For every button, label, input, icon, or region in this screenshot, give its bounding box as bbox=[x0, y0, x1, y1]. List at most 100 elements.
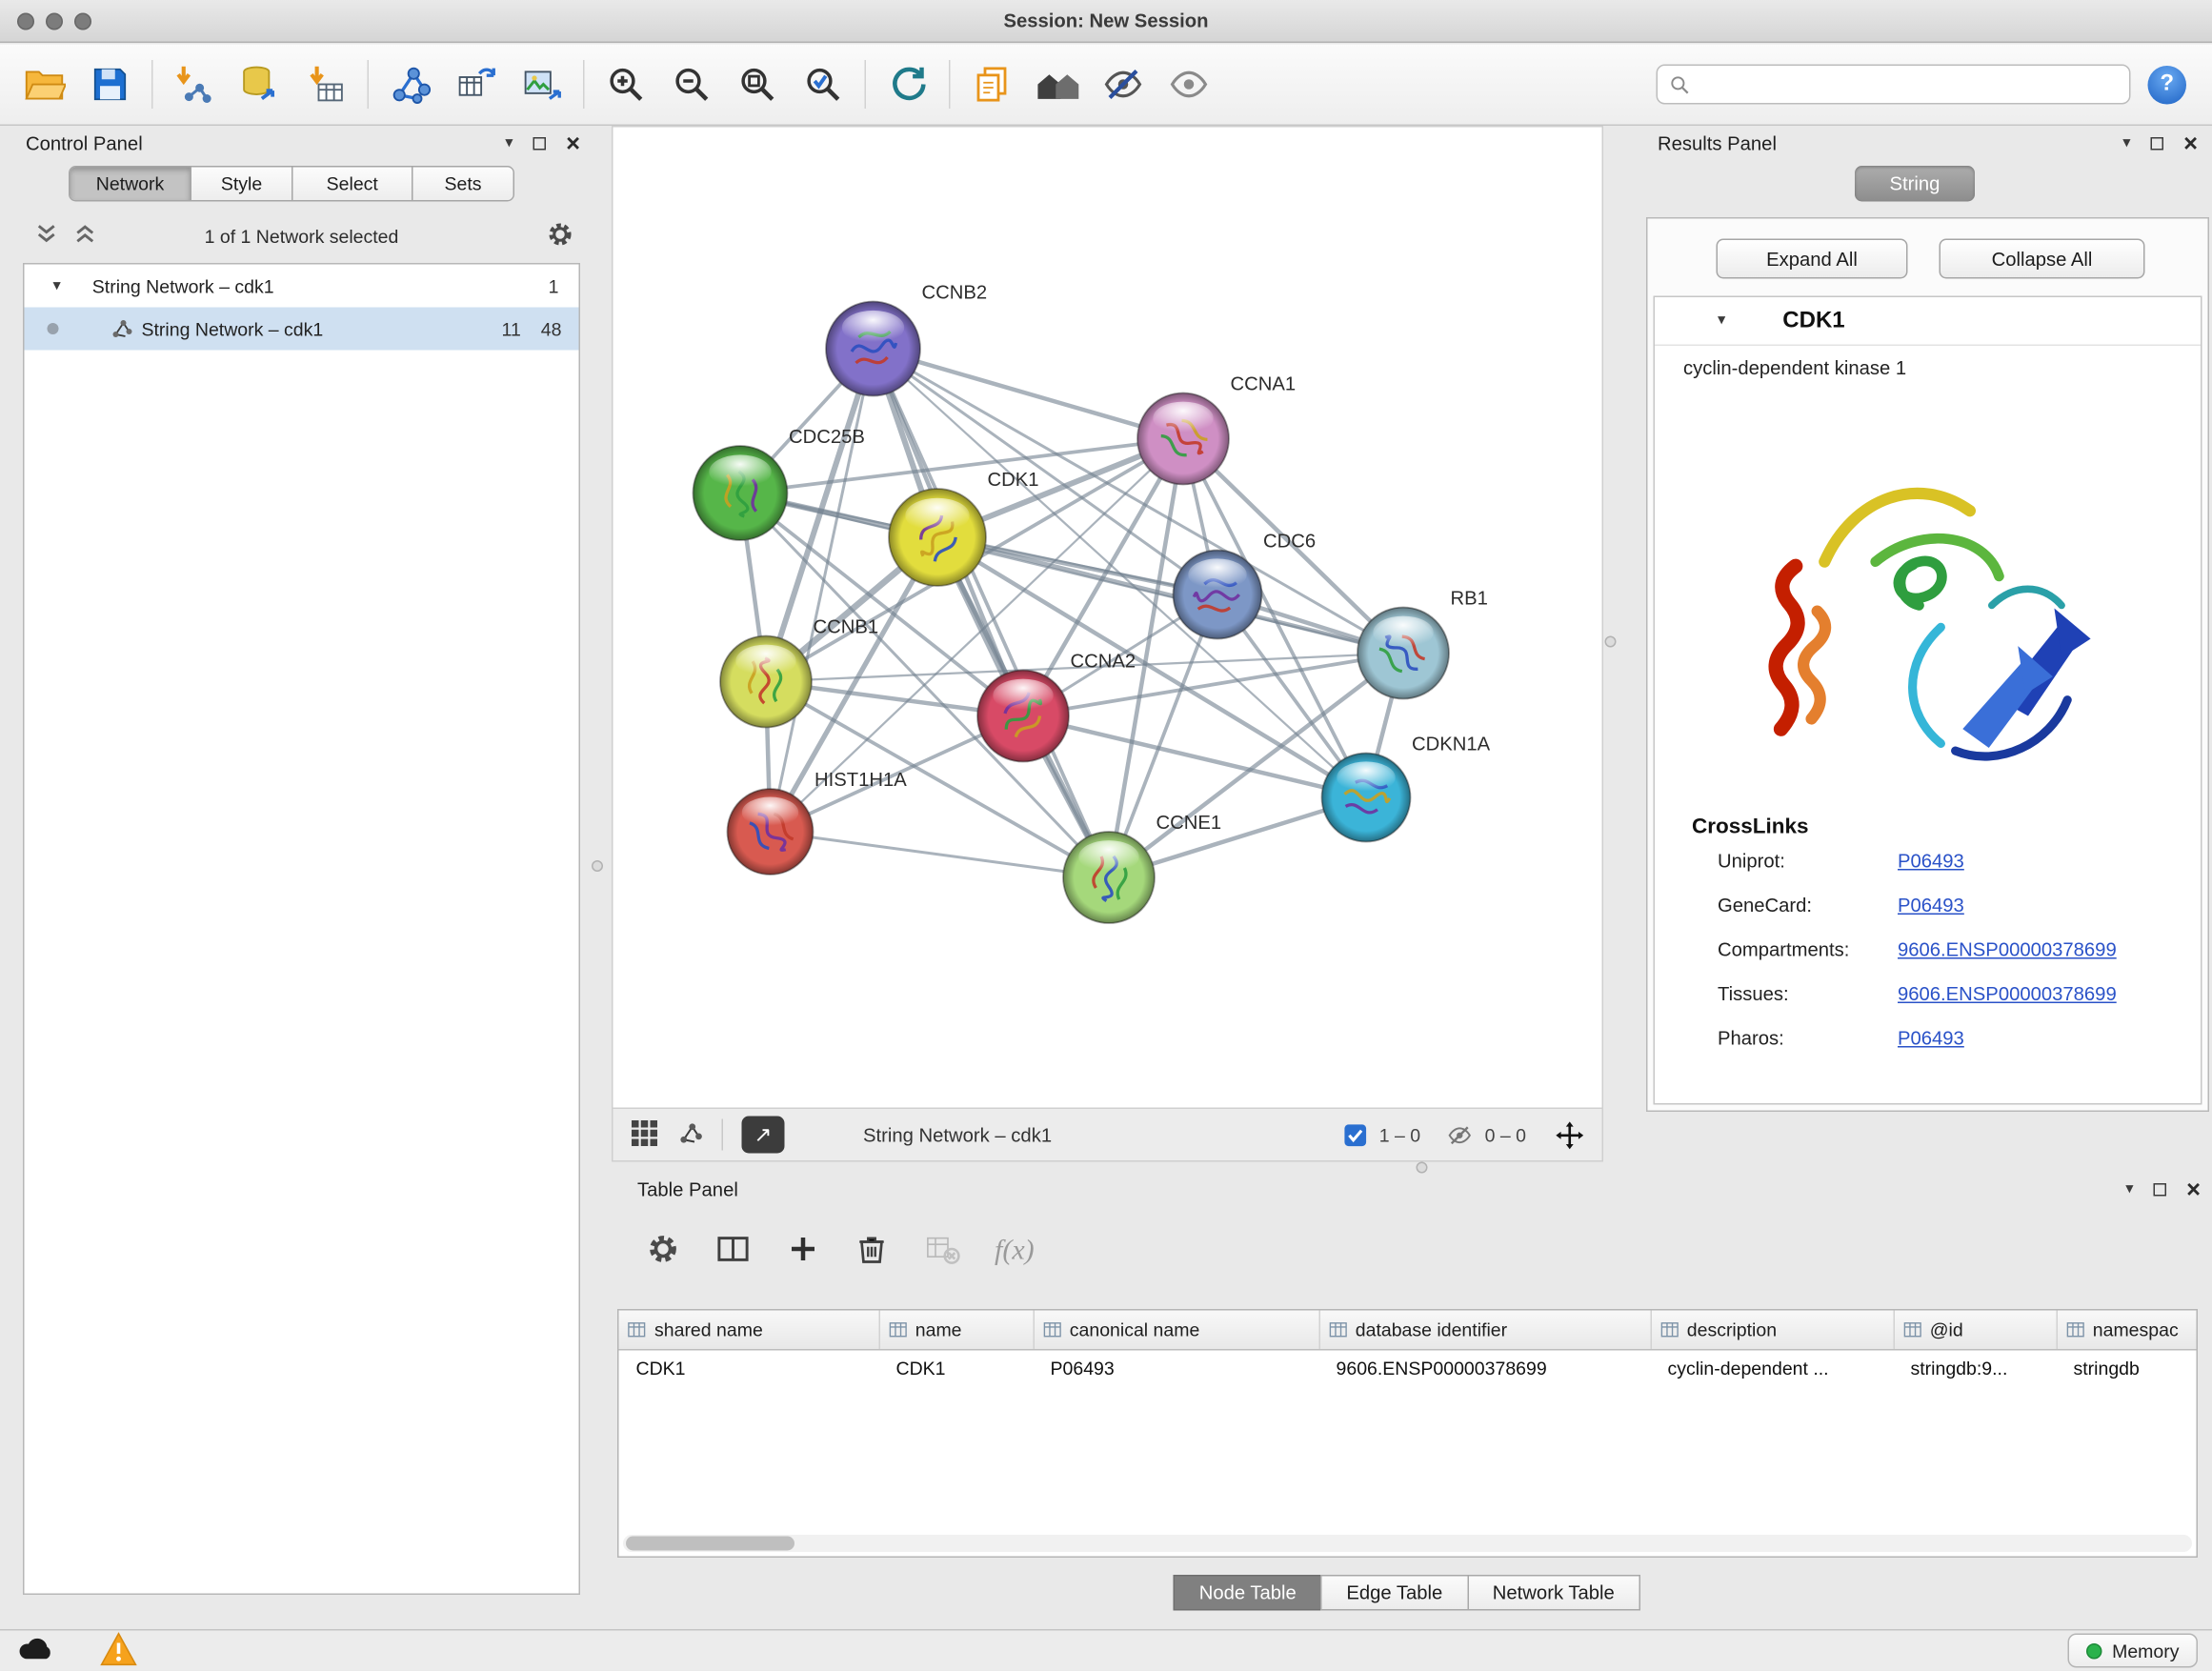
save-session-button[interactable] bbox=[86, 60, 134, 109]
zoom-fit-button[interactable] bbox=[734, 60, 782, 109]
column-header-shared-name[interactable]: shared name bbox=[619, 1311, 879, 1350]
cloud-services-button[interactable] bbox=[14, 1634, 57, 1668]
collapse-all-button[interactable]: Collapse All bbox=[1940, 239, 2145, 279]
import-network-file-button[interactable] bbox=[171, 60, 219, 109]
hide-selected-button[interactable] bbox=[1099, 60, 1148, 109]
clone-network-button[interactable] bbox=[452, 60, 500, 109]
zoom-in-button[interactable] bbox=[602, 60, 651, 109]
tab-select[interactable]: Select bbox=[293, 168, 413, 201]
zoom-fit-icon bbox=[737, 65, 777, 105]
column-header-description[interactable]: description bbox=[1651, 1311, 1894, 1350]
float-panel-icon[interactable] bbox=[533, 136, 547, 150]
copy-document-button[interactable] bbox=[968, 60, 1016, 109]
selected-checkbox-icon[interactable] bbox=[1343, 1122, 1368, 1147]
scrollbar-thumb[interactable] bbox=[626, 1537, 794, 1551]
network-edge[interactable] bbox=[874, 349, 1184, 439]
network-canvas[interactable]: CCNB2CCNA1CDC25BCDK1CDC6RB1CCNB1CCNA2CDK… bbox=[613, 128, 1602, 1110]
collection-expand-icon[interactable]: ▾ bbox=[53, 278, 61, 294]
table-row[interactable]: CDK1 CDK1 P06493 9606.ENSP00000378699 cy… bbox=[619, 1349, 2199, 1388]
cell-id: stringdb:9... bbox=[1894, 1349, 2057, 1388]
close-panel-icon[interactable]: × bbox=[566, 131, 580, 155]
network-node[interactable] bbox=[1322, 754, 1411, 842]
network-row[interactable]: String Network – cdk1 11 48 bbox=[25, 308, 579, 351]
show-columns-button[interactable] bbox=[714, 1230, 752, 1272]
network-node[interactable] bbox=[889, 489, 986, 586]
status-bar: Memory bbox=[0, 1629, 2212, 1671]
warnings-button[interactable] bbox=[100, 1631, 137, 1670]
panel-menu-icon[interactable]: ▾ bbox=[2125, 1181, 2133, 1198]
close-panel-icon[interactable]: × bbox=[2183, 131, 2198, 155]
section-expand-icon[interactable]: ▾ bbox=[1718, 313, 1725, 330]
tab-sets[interactable]: Sets bbox=[413, 168, 513, 201]
show-hidden-button[interactable] bbox=[1165, 60, 1214, 109]
float-panel-icon[interactable] bbox=[2151, 136, 2164, 150]
documents-icon bbox=[972, 65, 1012, 105]
network-options-button[interactable] bbox=[546, 219, 574, 252]
network-edge[interactable] bbox=[874, 349, 1110, 877]
column-header-name[interactable]: name bbox=[879, 1311, 1034, 1350]
network-node[interactable] bbox=[826, 302, 920, 396]
open-session-button[interactable] bbox=[20, 60, 69, 109]
horizontal-scrollbar[interactable] bbox=[623, 1535, 2192, 1552]
network-node[interactable] bbox=[728, 789, 814, 875]
delete-column-button[interactable] bbox=[855, 1231, 889, 1270]
tab-node-table[interactable]: Node Table bbox=[1174, 1575, 1322, 1611]
crosslink-genecard[interactable]: P06493 bbox=[1898, 895, 1964, 916]
network-collection-row[interactable]: ▾ String Network – cdk1 1 bbox=[25, 265, 579, 308]
cell-database-identifier: 9606.ENSP00000378699 bbox=[1319, 1349, 1651, 1388]
network-edge[interactable] bbox=[771, 832, 1110, 877]
network-node[interactable] bbox=[977, 671, 1069, 762]
tab-string[interactable]: String bbox=[1855, 166, 1975, 202]
import-table-button[interactable] bbox=[302, 60, 351, 109]
network-node[interactable] bbox=[1174, 551, 1262, 639]
network-edge[interactable] bbox=[771, 349, 874, 832]
crosslink-uniprot[interactable]: P06493 bbox=[1898, 851, 1964, 873]
birdseye-view-button[interactable] bbox=[631, 1118, 659, 1152]
zoom-selected-button[interactable] bbox=[799, 60, 848, 109]
hidden-eye-slash-icon[interactable] bbox=[1446, 1122, 1474, 1147]
new-network-button[interactable] bbox=[386, 60, 434, 109]
float-panel-icon[interactable] bbox=[2154, 1182, 2167, 1196]
function-builder-button[interactable]: f(x) bbox=[995, 1234, 1035, 1267]
apply-layout-button[interactable] bbox=[883, 60, 932, 109]
tab-edge-table[interactable]: Edge Table bbox=[1320, 1575, 1468, 1611]
help-button[interactable]: ? bbox=[2148, 65, 2187, 104]
horizontal-splitter-handle[interactable] bbox=[1417, 1162, 1428, 1174]
network-node[interactable] bbox=[1137, 393, 1229, 485]
expand-all-button[interactable]: Expand All bbox=[1717, 239, 1908, 279]
detach-view-button[interactable]: ↗ bbox=[742, 1117, 785, 1154]
vertical-splitter-handle[interactable] bbox=[592, 860, 603, 872]
network-overview-button[interactable] bbox=[677, 1119, 703, 1150]
pan-crosshair-icon[interactable] bbox=[1555, 1119, 1585, 1150]
crosslink-compartments[interactable]: 9606.ENSP00000378699 bbox=[1898, 939, 2117, 961]
column-header-id[interactable]: @id bbox=[1894, 1311, 2057, 1350]
crosslink-pharos[interactable]: P06493 bbox=[1898, 1028, 1964, 1050]
network-edge[interactable] bbox=[937, 537, 1403, 654]
add-column-button[interactable] bbox=[786, 1231, 820, 1270]
column-header-canonical-name[interactable]: canonical name bbox=[1034, 1311, 1319, 1350]
export-image-button[interactable] bbox=[517, 60, 566, 109]
network-node[interactable] bbox=[1357, 608, 1449, 699]
memory-button[interactable]: Memory bbox=[2068, 1634, 2198, 1668]
tab-network[interactable]: Network bbox=[70, 168, 192, 201]
tab-style[interactable]: Style bbox=[191, 168, 293, 201]
gene-section-header[interactable]: ▾ CDK1 bbox=[1655, 297, 2201, 346]
tab-network-table[interactable]: Network Table bbox=[1467, 1575, 1640, 1611]
panel-menu-icon[interactable]: ▾ bbox=[2122, 135, 2130, 151]
network-node[interactable] bbox=[720, 636, 812, 728]
delete-table-button-disabled[interactable] bbox=[923, 1230, 960, 1272]
column-header-database-identifier[interactable]: database identifier bbox=[1319, 1311, 1651, 1350]
search-input[interactable] bbox=[1698, 73, 2112, 95]
panel-menu-icon[interactable]: ▾ bbox=[505, 135, 513, 151]
zoom-out-button[interactable] bbox=[668, 60, 716, 109]
import-network-database-button[interactable] bbox=[236, 60, 285, 109]
column-header-namespace[interactable]: namespac bbox=[2057, 1311, 2199, 1350]
table-options-button[interactable] bbox=[646, 1231, 680, 1270]
memory-status-icon bbox=[2086, 1642, 2102, 1659]
crosslink-tissues[interactable]: 9606.ENSP00000378699 bbox=[1898, 983, 2117, 1005]
show-all-button[interactable] bbox=[1034, 60, 1082, 109]
close-panel-icon[interactable]: × bbox=[2186, 1177, 2201, 1201]
network-node[interactable] bbox=[694, 446, 788, 540]
network-node[interactable] bbox=[1063, 832, 1155, 923]
vertical-splitter-handle[interactable] bbox=[1605, 636, 1617, 648]
